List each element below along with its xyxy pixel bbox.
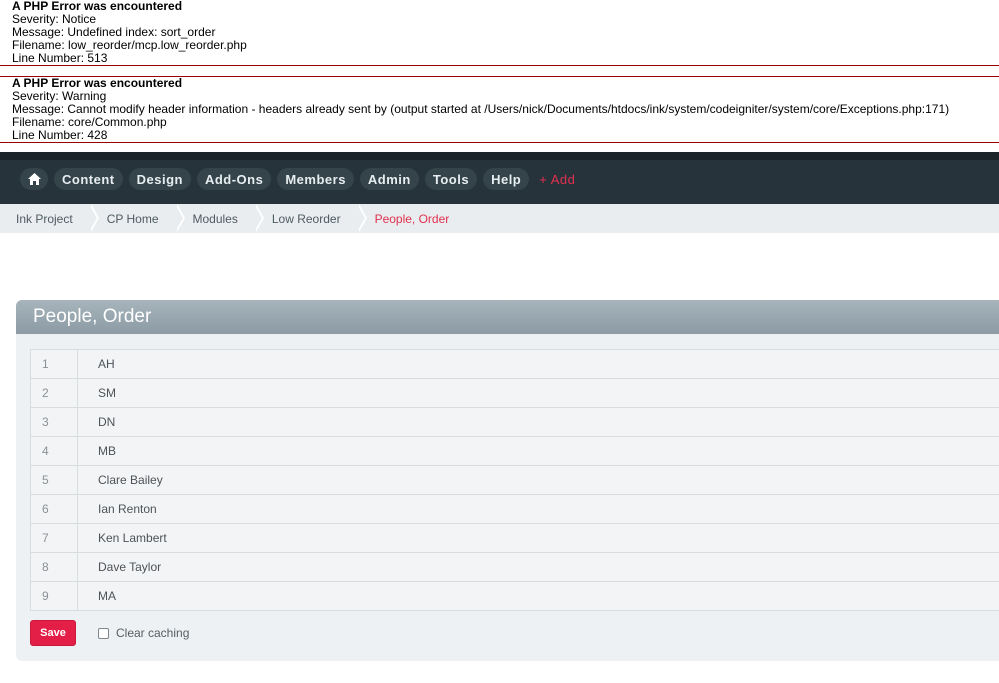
table-row[interactable]: 1 AH	[30, 349, 999, 379]
breadcrumb-item[interactable]: CP Home	[91, 204, 185, 233]
table-row[interactable]: 5 Clare Bailey	[30, 465, 999, 495]
table-row[interactable]: 3 DN	[30, 407, 999, 437]
row-name: Clare Bailey	[77, 465, 999, 495]
home-button[interactable]	[20, 168, 48, 190]
error-line: Line Number: 428	[12, 128, 108, 142]
table-row[interactable]: 6 Ian Renton	[30, 494, 999, 524]
page-title: People, Order	[33, 306, 152, 327]
row-name: SM	[77, 378, 999, 408]
error-filename: Filename: core/Common.php	[12, 115, 167, 129]
nav-add-button[interactable]: + Add	[535, 168, 583, 190]
breadcrumb-current: People, Order	[374, 211, 450, 226]
error-line: Line Number: 513	[12, 51, 108, 65]
breadcrumb-item[interactable]: Ink Project	[0, 204, 99, 233]
row-name: MB	[77, 436, 999, 466]
row-number: 2	[30, 378, 78, 408]
row-name: DN	[77, 407, 999, 437]
breadcrumb-item[interactable]: Modules	[177, 204, 265, 233]
table-row[interactable]: 4 MB	[30, 436, 999, 466]
row-number: 8	[30, 552, 78, 582]
panel-header: People, Order	[16, 300, 999, 334]
nav-tools[interactable]: Tools	[424, 168, 478, 190]
form-actions: Save Clear caching	[30, 620, 189, 646]
row-number: 9	[30, 581, 78, 611]
breadcrumb: Ink Project CP Home Modules Low Reorder …	[0, 204, 999, 233]
table-row[interactable]: 9 MA	[30, 581, 999, 611]
clear-caching-label: Clear caching	[116, 626, 190, 640]
nav-add-ons[interactable]: Add-Ons	[196, 168, 272, 190]
row-name: Ken Lambert	[77, 523, 999, 553]
row-name: Dave Taylor	[77, 552, 999, 582]
clear-caching-option[interactable]: Clear caching	[98, 626, 189, 640]
error-title: A PHP Error was encountered	[12, 0, 183, 13]
row-number: 6	[30, 494, 78, 524]
row-number: 3	[30, 407, 78, 437]
save-button[interactable]: Save	[30, 620, 76, 646]
breadcrumb-item[interactable]: Low Reorder	[256, 204, 367, 233]
clear-caching-checkbox[interactable]	[98, 627, 109, 639]
main-nav: Content Design Add-Ons Members Admin Too…	[20, 168, 583, 190]
nav-help[interactable]: Help	[483, 168, 530, 190]
nav-content[interactable]: Content	[54, 168, 123, 190]
main-nav-bar: Content Design Add-Ons Members Admin Too…	[0, 152, 999, 204]
table-row[interactable]: 7 Ken Lambert	[30, 523, 999, 553]
error-title: A PHP Error was encountered	[12, 76, 183, 90]
home-icon	[27, 173, 41, 185]
error-filename: Filename: low_reorder/mcp.low_reorder.ph…	[12, 38, 247, 52]
table-row[interactable]: 2 SM	[30, 378, 999, 408]
row-name: AH	[77, 349, 999, 379]
row-name: Ian Renton	[77, 494, 999, 524]
nav-admin[interactable]: Admin	[359, 168, 419, 190]
table-row[interactable]: 8 Dave Taylor	[30, 552, 999, 582]
nav-design[interactable]: Design	[128, 168, 191, 190]
reorder-panel: People, Order 1 AH 2 SM 3 DN 4 MB 5 Clare Bai…	[16, 300, 999, 661]
row-number: 4	[30, 436, 78, 466]
row-number: 1	[30, 349, 78, 379]
row-name: MA	[77, 581, 999, 611]
nav-members[interactable]: Members	[277, 168, 354, 190]
row-number: 7	[30, 523, 78, 553]
order-table: 1 AH 2 SM 3 DN 4 MB 5 Clare Bailey 6 Ian Rento…	[30, 349, 999, 611]
php-error-notice: A PHP Error was encountered Severity: No…	[0, 0, 999, 66]
php-error-warning: A PHP Error was encountered Severity: Wa…	[0, 76, 999, 143]
row-number: 5	[30, 465, 78, 495]
